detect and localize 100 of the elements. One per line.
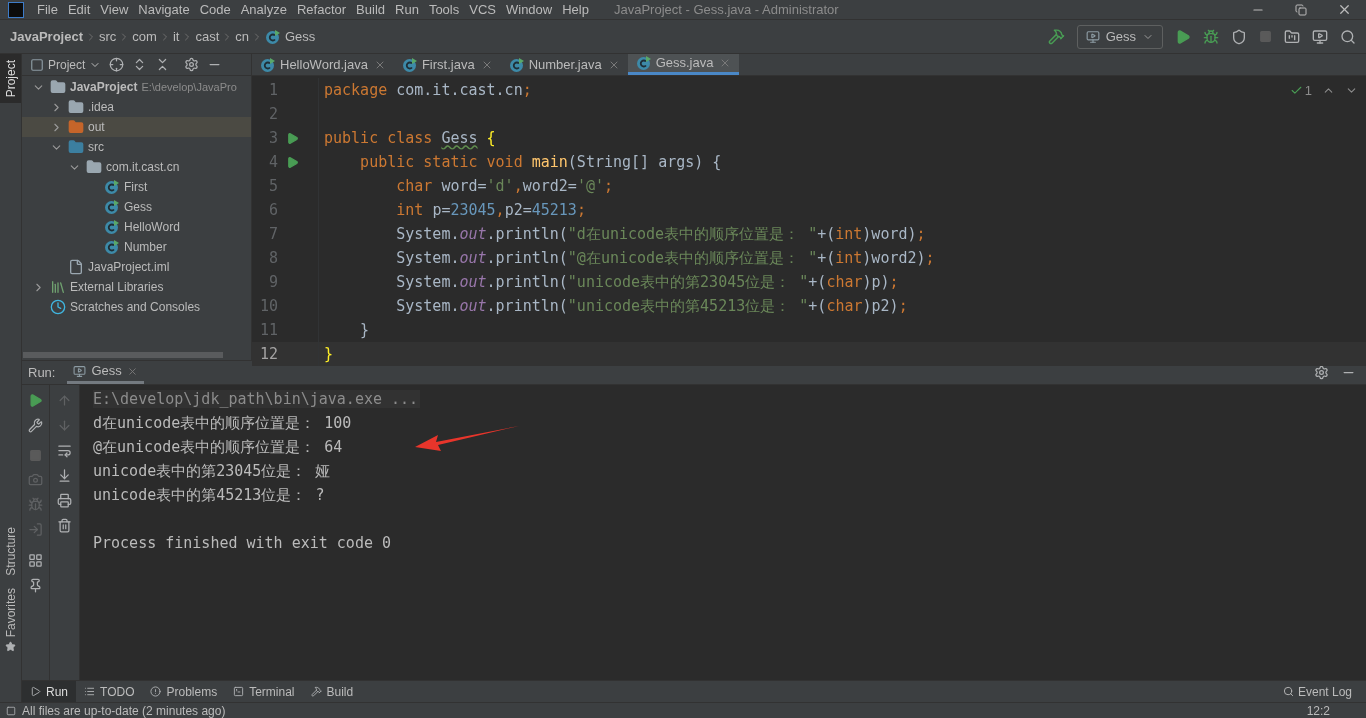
code-line: } bbox=[318, 342, 334, 366]
scroll-to-end-icon[interactable] bbox=[57, 468, 72, 483]
menu-item[interactable]: Code bbox=[194, 0, 236, 20]
menu-item[interactable]: Build bbox=[351, 0, 390, 20]
caret-position[interactable]: 12:2 bbox=[1306, 701, 1330, 718]
tree-item[interactable]: Scratches and Consoles bbox=[22, 297, 251, 317]
menu-item[interactable]: Window bbox=[500, 0, 558, 20]
menu-item[interactable]: VCS bbox=[464, 0, 501, 20]
tree-item[interactable]: src bbox=[22, 137, 251, 157]
run-gutter-icon[interactable] bbox=[286, 131, 299, 145]
menu-item[interactable]: Navigate bbox=[133, 0, 195, 20]
locate-icon[interactable] bbox=[109, 57, 125, 72]
run-configuration-dropdown[interactable]: Gess bbox=[1076, 24, 1163, 49]
menu-item[interactable]: File bbox=[32, 0, 63, 20]
breadcrumb-item[interactable]: cn bbox=[235, 26, 249, 47]
tree-item[interactable]: out bbox=[22, 117, 251, 137]
editor-tab[interactable]: First.java bbox=[393, 54, 501, 75]
tree-item-label: .idea bbox=[88, 99, 115, 116]
debug-bug-icon[interactable] bbox=[1203, 28, 1219, 45]
tree-item-label: Number bbox=[124, 239, 167, 256]
tree-item[interactable]: First bbox=[22, 177, 251, 197]
terminal-icon bbox=[233, 686, 245, 697]
print-icon[interactable] bbox=[57, 493, 72, 508]
tree-item-label: HelloWord bbox=[124, 219, 180, 236]
class-icon bbox=[635, 55, 652, 71]
tree-item[interactable]: com.it.cast.cn bbox=[22, 157, 251, 177]
menu-item[interactable]: Help bbox=[557, 0, 594, 20]
pin-icon[interactable] bbox=[28, 578, 43, 593]
settings-icon[interactable] bbox=[1314, 365, 1329, 380]
console-line: d在unicode表中的顺序位置是： 100 bbox=[93, 414, 352, 432]
up-arrow-icon[interactable] bbox=[57, 393, 72, 408]
project-structure-icon[interactable] bbox=[1284, 28, 1300, 45]
tree-item[interactable]: JavaProject E:\develop\JavaPro bbox=[22, 77, 251, 97]
build-hammer-icon[interactable] bbox=[1047, 28, 1065, 45]
tool-window-tab[interactable]: Build bbox=[302, 681, 362, 702]
tree-item[interactable]: JavaProject.iml bbox=[22, 257, 251, 277]
structure-tool-tab[interactable]: Structure bbox=[0, 520, 21, 582]
trash-icon[interactable] bbox=[57, 518, 72, 533]
menu-item[interactable]: Tools bbox=[423, 0, 465, 20]
tree-item[interactable]: Number bbox=[22, 237, 251, 257]
event-log-tab[interactable]: Event Log bbox=[1282, 682, 1352, 701]
breadcrumb-item[interactable]: it bbox=[172, 26, 180, 47]
run-icon[interactable] bbox=[1175, 28, 1191, 45]
close-icon[interactable] bbox=[1337, 2, 1352, 17]
breadcrumb-item[interactable]: src bbox=[99, 26, 117, 47]
down-arrow-icon[interactable] bbox=[57, 418, 72, 433]
breadcrumb-item[interactable]: JavaProject bbox=[10, 26, 83, 47]
status-toggle-icon[interactable] bbox=[6, 705, 16, 716]
breadcrumb-item[interactable]: com bbox=[132, 26, 157, 47]
build-icon bbox=[310, 686, 322, 697]
tree-item[interactable]: External Libraries bbox=[22, 277, 251, 297]
bug-icon[interactable] bbox=[28, 497, 43, 512]
wrench-icon[interactable] bbox=[28, 418, 43, 433]
project-view-dropdown[interactable]: Project bbox=[30, 55, 102, 74]
search-icon[interactable] bbox=[1340, 28, 1356, 45]
editor-tab[interactable]: Gess.java bbox=[627, 54, 740, 75]
inspection-indicator[interactable]: 1 bbox=[1289, 81, 1312, 101]
menu-item[interactable]: View bbox=[95, 0, 134, 20]
code-line: System.out.println("unicode表中的第45213位是： "+(char)p2); bbox=[318, 294, 908, 318]
console-line: Process finished with exit code 0 bbox=[93, 534, 391, 552]
menu-item[interactable]: Edit bbox=[62, 0, 96, 20]
tree-item[interactable]: .idea bbox=[22, 97, 251, 117]
tool-window-tab[interactable]: Run bbox=[22, 681, 76, 702]
status-message: All files are up-to-date (2 minutes ago) bbox=[22, 702, 226, 718]
tree-item[interactable]: HelloWord bbox=[22, 217, 251, 237]
run-gutter-icon[interactable] bbox=[286, 155, 299, 169]
class-icon bbox=[104, 219, 120, 235]
line-number: 10 bbox=[258, 296, 278, 317]
breadcrumb-item[interactable]: Gess bbox=[285, 26, 316, 47]
exit-icon[interactable] bbox=[28, 522, 43, 537]
coverage-shield-icon[interactable] bbox=[1231, 28, 1247, 45]
line-number: 4 bbox=[267, 152, 278, 173]
class-icon bbox=[508, 56, 525, 73]
restore-icon[interactable] bbox=[1295, 3, 1307, 16]
rerun-icon[interactable] bbox=[28, 393, 43, 408]
menu-item[interactable]: Analyze bbox=[235, 0, 292, 20]
module-folder-icon bbox=[50, 79, 66, 95]
layout-icon[interactable] bbox=[28, 553, 43, 568]
code-line: System.out.println("@在unicode表中的顺序位置是： "+(int)word2); bbox=[318, 246, 935, 270]
console-line: @在unicode表中的顺序位置是： 64 bbox=[93, 438, 343, 456]
tool-window-tab[interactable]: TODO bbox=[76, 681, 143, 702]
presentation-icon[interactable] bbox=[1312, 28, 1328, 45]
window-title: JavaProject - Gess.java - Administrator bbox=[613, 0, 839, 19]
tool-window-tab[interactable]: Problems bbox=[142, 681, 226, 702]
folder-icon bbox=[68, 119, 84, 135]
favorites-tool-tab[interactable]: Favorites bbox=[0, 581, 21, 658]
menu-item[interactable]: Refactor bbox=[291, 0, 352, 20]
editor-tab[interactable]: Number.java bbox=[500, 54, 628, 75]
breadcrumb-item[interactable]: cast bbox=[195, 26, 220, 47]
code-line: public static void main(String[] args) { bbox=[318, 150, 722, 174]
close-tab-icon[interactable] bbox=[126, 365, 138, 377]
settings-icon[interactable] bbox=[184, 57, 200, 72]
menu-item[interactable]: Run bbox=[390, 0, 424, 20]
horizontal-scrollbar[interactable] bbox=[23, 352, 223, 358]
editor-tab[interactable]: HelloWord.java bbox=[252, 54, 394, 75]
tool-window-tab[interactable]: Terminal bbox=[225, 681, 303, 702]
camera-icon[interactable] bbox=[28, 472, 43, 487]
project-tool-tab[interactable]: Project bbox=[0, 54, 21, 104]
soft-wrap-icon[interactable] bbox=[57, 443, 72, 458]
tree-item[interactable]: Gess bbox=[22, 197, 251, 217]
